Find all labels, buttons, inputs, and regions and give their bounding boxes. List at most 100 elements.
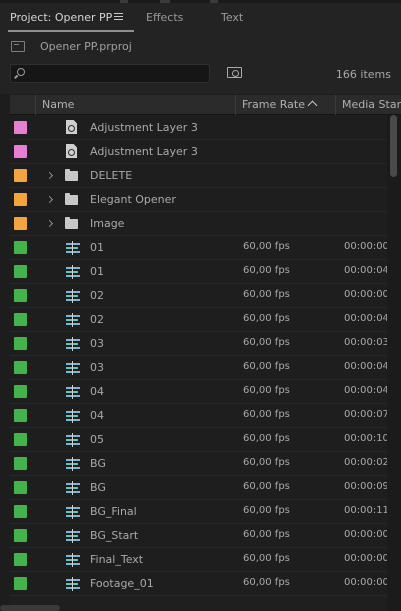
- search-box[interactable]: [10, 64, 210, 83]
- adjustment-layer-icon: [66, 120, 77, 134]
- list-item[interactable]: Image: [10, 212, 387, 236]
- label-color-swatch[interactable]: [14, 289, 27, 302]
- label-color-swatch[interactable]: [14, 241, 27, 254]
- label-color-swatch[interactable]: [14, 553, 27, 566]
- chevron-right-icon[interactable]: [45, 219, 54, 228]
- item-frame-rate: 60,00 fps: [243, 313, 290, 324]
- column-divider[interactable]: [335, 95, 336, 115]
- list-item[interactable]: 03 60,00 fps 00:00:04: [10, 356, 389, 380]
- item-media-start: 00:00:00: [344, 553, 389, 564]
- item-media-start: 00:00:04: [344, 361, 389, 372]
- item-media-start: 00:00:03: [344, 337, 389, 348]
- item-media-start: 00:00:09: [344, 481, 389, 492]
- item-frame-rate: 60,00 fps: [243, 409, 290, 420]
- horizontal-scrollbar-thumb[interactable]: [0, 605, 60, 611]
- list-item[interactable]: Elegant Opener: [10, 188, 387, 212]
- active-tab-underline: [8, 30, 134, 32]
- vertical-scrollbar-thumb[interactable]: [390, 115, 397, 177]
- sequence-icon: [66, 337, 80, 351]
- sequence-icon: [66, 361, 80, 375]
- chevron-right-icon[interactable]: [45, 195, 54, 204]
- sequence-icon: [66, 529, 80, 543]
- item-frame-rate: 60,00 fps: [243, 289, 290, 300]
- folder-icon: [65, 217, 78, 229]
- item-frame-rate: 60,00 fps: [243, 265, 290, 276]
- list-item[interactable]: 04 60,00 fps 00:00:04: [10, 380, 389, 404]
- label-color-swatch[interactable]: [14, 457, 27, 470]
- column-header-name[interactable]: Name: [42, 95, 74, 115]
- list-item[interactable]: 01 60,00 fps 00:00:00: [10, 236, 389, 260]
- column-header-media-start[interactable]: Media Start: [342, 95, 401, 115]
- item-name: 04: [90, 409, 104, 422]
- item-media-start: 00:00:10: [344, 433, 389, 444]
- list-item[interactable]: BG 60,00 fps 00:00:09: [10, 476, 389, 500]
- item-name: Final_Text: [90, 553, 144, 566]
- label-color-swatch[interactable]: [14, 433, 27, 446]
- search-bar: 166 items: [0, 59, 401, 94]
- list-item[interactable]: BG 60,00 fps 00:00:02: [10, 452, 389, 476]
- list-item[interactable]: 03 60,00 fps 00:00:03: [10, 332, 389, 356]
- item-media-start: 00:00:11: [344, 505, 389, 516]
- label-color-swatch[interactable]: [14, 265, 27, 278]
- label-color-swatch[interactable]: [14, 313, 27, 326]
- adjustment-layer-icon: [66, 144, 77, 158]
- list-item[interactable]: Adjustment Layer 3: [10, 116, 387, 140]
- vertical-scrollbar[interactable]: [387, 115, 401, 611]
- list-item[interactable]: Adjustment Layer 3: [10, 140, 387, 164]
- panel-tab-bar: Project: Opener PP Effects Text: [0, 3, 401, 33]
- label-color-swatch[interactable]: [14, 337, 27, 350]
- list-item[interactable]: 04 60,00 fps 00:00:07: [10, 404, 389, 428]
- list-item[interactable]: DELETE: [10, 164, 387, 188]
- sequence-icon: [66, 409, 80, 423]
- list-item[interactable]: 01 60,00 fps 00:00:04: [10, 260, 389, 284]
- item-media-start: 00:00:04: [344, 385, 389, 396]
- label-color-swatch[interactable]: [14, 481, 27, 494]
- panel-menu-icon[interactable]: [114, 13, 123, 21]
- item-frame-rate: 60,00 fps: [243, 529, 290, 540]
- column-divider[interactable]: [235, 95, 236, 115]
- list-header: Name Frame Rate Media Start: [10, 95, 401, 115]
- item-frame-rate: 60,00 fps: [243, 361, 290, 372]
- label-color-swatch[interactable]: [14, 577, 27, 590]
- item-name: Footage_01: [90, 577, 154, 590]
- item-media-start: 00:00:04: [344, 313, 389, 324]
- label-color-swatch[interactable]: [14, 505, 27, 518]
- item-name: BG: [90, 457, 106, 470]
- list-item[interactable]: 02 60,00 fps 00:00:00: [10, 284, 389, 308]
- label-color-swatch[interactable]: [14, 193, 27, 206]
- chevron-right-icon[interactable]: [45, 171, 54, 180]
- project-panel: Project: Opener PP Effects Text Opener P…: [0, 0, 401, 611]
- tab-project[interactable]: Project: Opener PP: [10, 10, 112, 26]
- list-item[interactable]: Final_Text 60,00 fps 00:00:00: [10, 548, 389, 572]
- item-frame-rate: 60,00 fps: [243, 241, 290, 252]
- label-color-swatch[interactable]: [14, 361, 27, 374]
- item-frame-rate: 60,00 fps: [243, 577, 290, 588]
- label-color-swatch[interactable]: [14, 409, 27, 422]
- item-name: 02: [90, 313, 104, 326]
- list-item[interactable]: BG_Start 60,00 fps 00:00:00: [10, 524, 389, 548]
- column-divider[interactable]: [35, 95, 36, 115]
- folder-icon: [65, 193, 78, 205]
- label-color-swatch[interactable]: [14, 145, 27, 158]
- tab-effects[interactable]: Effects: [146, 10, 183, 26]
- label-color-swatch[interactable]: [14, 169, 27, 182]
- list-item[interactable]: 05 60,00 fps 00:00:10: [10, 428, 389, 452]
- label-color-swatch[interactable]: [14, 121, 27, 134]
- list-item[interactable]: 02 60,00 fps 00:00:04: [10, 308, 389, 332]
- item-media-start: 00:00:00: [344, 289, 389, 300]
- label-color-swatch[interactable]: [14, 385, 27, 398]
- sort-ascending-icon[interactable]: [307, 100, 318, 111]
- list-item[interactable]: BG_Final 60,00 fps 00:00:11: [10, 500, 389, 524]
- search-input[interactable]: [31, 66, 207, 81]
- item-frame-rate: 60,00 fps: [243, 385, 290, 396]
- tab-text[interactable]: Text: [221, 10, 243, 26]
- item-name: 03: [90, 337, 104, 350]
- label-color-swatch[interactable]: [14, 529, 27, 542]
- sequence-icon: [66, 457, 80, 471]
- list-item[interactable]: Footage_01 60,00 fps 00:00:00: [10, 572, 389, 596]
- column-header-frame-rate[interactable]: Frame Rate: [242, 95, 305, 115]
- item-name: BG_Final: [90, 505, 137, 518]
- new-search-bin-button[interactable]: [227, 67, 242, 78]
- label-color-swatch[interactable]: [14, 217, 27, 230]
- project-item-list: Name Frame Rate Media Start Adjustment L…: [10, 95, 401, 611]
